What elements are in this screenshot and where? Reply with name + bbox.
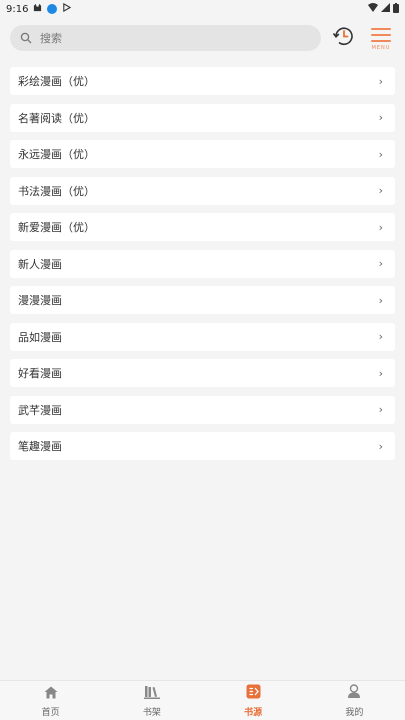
status-time: 9:16 xyxy=(6,3,29,15)
list-item[interactable]: 彩绘漫画（优） › xyxy=(10,67,395,95)
tab-profile[interactable]: 我的 xyxy=(304,681,405,720)
list-item[interactable]: 书法漫画（优） › xyxy=(10,176,395,205)
status-bar: 9:16 xyxy=(0,0,405,18)
list-item-label: 名著阅读（优） xyxy=(18,111,95,125)
list-item-label: 新人漫画 xyxy=(18,257,62,271)
bottom-tab-bar: 首页 书架 书源 我的 xyxy=(0,680,405,720)
list-item-label: 漫漫漫画 xyxy=(18,294,62,307)
chevron-right-icon: › xyxy=(378,184,383,197)
download-badge-icon xyxy=(47,4,58,14)
list-item-label: 彩绘漫画（优） xyxy=(18,75,95,88)
battery-icon xyxy=(393,2,399,16)
list-item[interactable]: 品如漫画 › xyxy=(10,322,395,351)
list-item-label: 武芊漫画 xyxy=(18,403,62,417)
list-item[interactable]: 好看漫画 › xyxy=(10,359,395,387)
chevron-right-icon: › xyxy=(378,147,383,161)
tab-label: 书源 xyxy=(244,707,263,718)
profile-icon xyxy=(347,683,361,703)
list-item[interactable]: 永远漫画（优） › xyxy=(10,140,395,168)
menu-bar-middle xyxy=(371,33,391,36)
list-item[interactable]: 名著阅读（优） › xyxy=(10,103,395,132)
header: MENU xyxy=(0,18,405,58)
chevron-right-icon: › xyxy=(378,293,383,307)
tab-bookshelf[interactable]: 书架 xyxy=(101,681,202,720)
list-item-label: 永远漫画（优） xyxy=(18,148,95,161)
list-item-label: 新爱漫画（优） xyxy=(18,221,95,234)
tab-source[interactable]: 书源 xyxy=(203,681,304,720)
chevron-right-icon: › xyxy=(378,366,383,380)
history-icon xyxy=(332,24,356,52)
chevron-right-icon: › xyxy=(378,257,383,270)
list-item-label: 书法漫画（优） xyxy=(18,184,95,198)
chevron-right-icon: › xyxy=(378,403,383,416)
tab-label: 书架 xyxy=(142,707,161,718)
tab-label: 首页 xyxy=(41,707,60,718)
bookshelf-icon xyxy=(143,684,160,703)
signal-icon xyxy=(381,3,390,15)
menu-bar-top xyxy=(371,27,391,30)
list-item-label: 笔趣漫画 xyxy=(18,440,62,453)
source-icon xyxy=(246,684,261,703)
chevron-right-icon: › xyxy=(378,439,383,453)
wifi-icon xyxy=(368,3,378,15)
menu-bar-bottom xyxy=(371,39,391,42)
list-item[interactable]: 漫漫漫画 › xyxy=(10,286,395,314)
search-input[interactable] xyxy=(40,31,311,45)
list-item-label: 品如漫画 xyxy=(18,330,62,344)
tab-label: 我的 xyxy=(345,707,364,718)
search-bar[interactable] xyxy=(10,25,321,51)
list-item-label: 好看漫画 xyxy=(18,367,62,380)
tab-home[interactable]: 首页 xyxy=(0,681,101,720)
chevron-right-icon: › xyxy=(378,220,383,234)
chevron-right-icon: › xyxy=(378,74,383,88)
cat-icon xyxy=(33,3,42,15)
status-left: 9:16 xyxy=(6,2,72,15)
list-item[interactable]: 笔趣漫画 › xyxy=(10,432,395,460)
history-button[interactable] xyxy=(331,25,357,51)
source-list: 彩绘漫画（优） › 名著阅读（优） › 永远漫画（优） › 书法漫画（优） › … xyxy=(0,58,405,460)
home-icon xyxy=(44,684,58,703)
play-icon xyxy=(62,2,72,15)
list-item[interactable]: 新人漫画 › xyxy=(10,249,395,278)
menu-label: MENU xyxy=(371,44,391,51)
status-right xyxy=(368,2,399,16)
menu-button[interactable]: MENU xyxy=(367,24,395,52)
chevron-right-icon: › xyxy=(378,330,383,343)
list-item[interactable]: 新爱漫画（优） › xyxy=(10,213,395,241)
search-icon xyxy=(20,29,32,48)
chevron-right-icon: › xyxy=(378,111,383,124)
list-item[interactable]: 武芊漫画 › xyxy=(10,395,395,424)
